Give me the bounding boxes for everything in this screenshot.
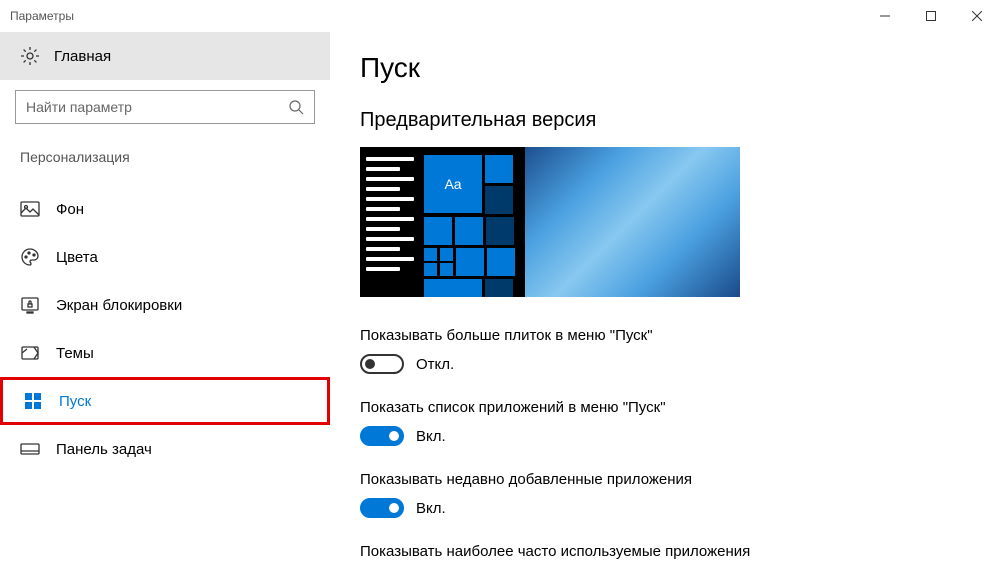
nav-label: Темы [56, 345, 94, 362]
preview-heading: Предварительная версия [360, 109, 970, 132]
sidebar-item-taskbar[interactable]: Панель задач [0, 425, 330, 473]
nav-label: Экран блокировки [56, 297, 182, 314]
search-box[interactable] [15, 90, 315, 124]
nav-label: Панель задач [56, 441, 152, 458]
page-title: Пуск [360, 52, 970, 84]
palette-icon [20, 247, 40, 267]
picture-icon [20, 199, 40, 219]
toggle-more-tiles[interactable] [360, 354, 404, 374]
nav-label: Пуск [59, 393, 91, 410]
themes-icon [20, 343, 40, 363]
preview-tile-aa: Aa [424, 155, 482, 213]
setting-recent-apps: Показывать недавно добавленные приложени… [360, 471, 970, 518]
category-label: Персонализация [0, 149, 330, 165]
setting-app-list: Показать список приложений в меню "Пуск"… [360, 399, 970, 446]
setting-label: Показывать недавно добавленные приложени… [360, 471, 970, 488]
main-panel: Пуск Предварительная версия Aa [330, 32, 1000, 570]
search-icon [288, 99, 304, 115]
gear-icon [20, 46, 40, 66]
lockscreen-icon [20, 295, 40, 315]
nav-label: Цвета [56, 249, 98, 266]
toggle-state-label: Откл. [416, 356, 454, 373]
toggle-app-list[interactable] [360, 426, 404, 446]
sidebar-home[interactable]: Главная [0, 32, 330, 80]
setting-most-used: Показывать наиболее часто используемые п… [360, 543, 970, 560]
home-label: Главная [54, 48, 111, 65]
taskbar-icon [20, 439, 40, 459]
maximize-button[interactable] [908, 0, 954, 32]
sidebar-item-start[interactable]: Пуск [0, 377, 330, 425]
sidebar-item-colors[interactable]: Цвета [0, 233, 330, 281]
setting-label: Показывать больше плиток в меню "Пуск" [360, 327, 970, 344]
start-preview: Aa [360, 147, 740, 297]
sidebar-item-background[interactable]: Фон [0, 185, 330, 233]
toggle-state-label: Вкл. [416, 428, 446, 445]
sidebar-item-lockscreen[interactable]: Экран блокировки [0, 281, 330, 329]
close-button[interactable] [954, 0, 1000, 32]
setting-more-tiles: Показывать больше плиток в меню "Пуск" О… [360, 327, 970, 374]
minimize-button[interactable] [862, 0, 908, 32]
nav-label: Фон [56, 201, 84, 218]
toggle-recent-apps[interactable] [360, 498, 404, 518]
search-input[interactable] [26, 99, 288, 115]
setting-label: Показать список приложений в меню "Пуск" [360, 399, 970, 416]
sidebar: Главная Персонализация Фон Цвета [0, 32, 330, 570]
window-title: Параметры [10, 9, 74, 23]
toggle-state-label: Вкл. [416, 500, 446, 517]
start-icon [23, 391, 43, 411]
sidebar-item-themes[interactable]: Темы [0, 329, 330, 377]
setting-label: Показывать наиболее часто используемые п… [360, 543, 970, 560]
titlebar: Параметры [0, 0, 1000, 32]
window-controls [862, 0, 1000, 32]
